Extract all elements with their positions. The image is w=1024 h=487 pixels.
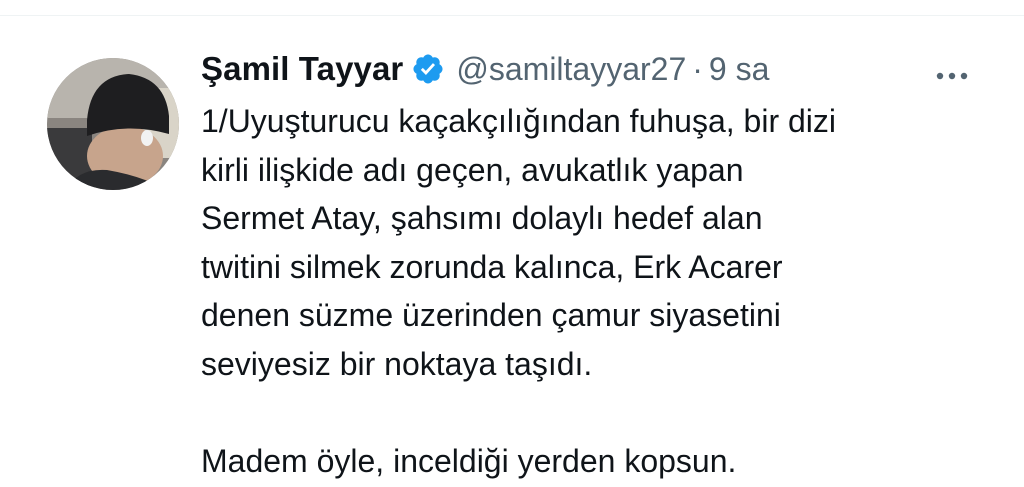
tweet-header: Şamil Tayyar @samiltayyar27 · 9 sa <box>201 46 1001 92</box>
separator-dot: · <box>692 50 703 87</box>
tweet-text-line: denen süzme üzerinden çamur siyasetini <box>201 297 781 333</box>
tweet-header-area: Şamil Tayyar @samiltayyar27 · 9 sa <box>201 46 1001 92</box>
tweet[interactable]: Şamil Tayyar @samiltayyar27 · 9 sa 1/Uyu… <box>0 16 1024 487</box>
timestamp[interactable]: 9 sa <box>709 51 769 88</box>
more-horizontal-icon[interactable] <box>930 61 974 91</box>
tweet-text-line: kirli ilişkide adı geçen, avukatlık yapa… <box>201 151 744 188</box>
tweet-text-line: Sermet Atay, şahsımı dolaylı hedef alan <box>201 200 763 236</box>
tweet-text-line: 1/Uyuşturucu kaçakçılığından fuhuşa, bir… <box>201 103 836 139</box>
tweet-text-line: seviyesiz bir noktaya taşıdı. <box>201 345 593 382</box>
avatar[interactable] <box>47 58 179 190</box>
author-name[interactable]: Şamil Tayyar <box>201 50 403 88</box>
tweet-text-line: twitini silmek zorunda kalınca, Erk Acar… <box>201 248 783 285</box>
verified-badge-icon <box>411 52 445 86</box>
author-handle[interactable]: @samiltayyar27 <box>456 51 686 88</box>
tweet-text-line: Madem öyle, inceldiği yerden kopsun. <box>201 442 737 479</box>
tweet-text: 1/Uyuşturucu kaçakçılığından fuhuşa, bir… <box>201 97 1001 485</box>
